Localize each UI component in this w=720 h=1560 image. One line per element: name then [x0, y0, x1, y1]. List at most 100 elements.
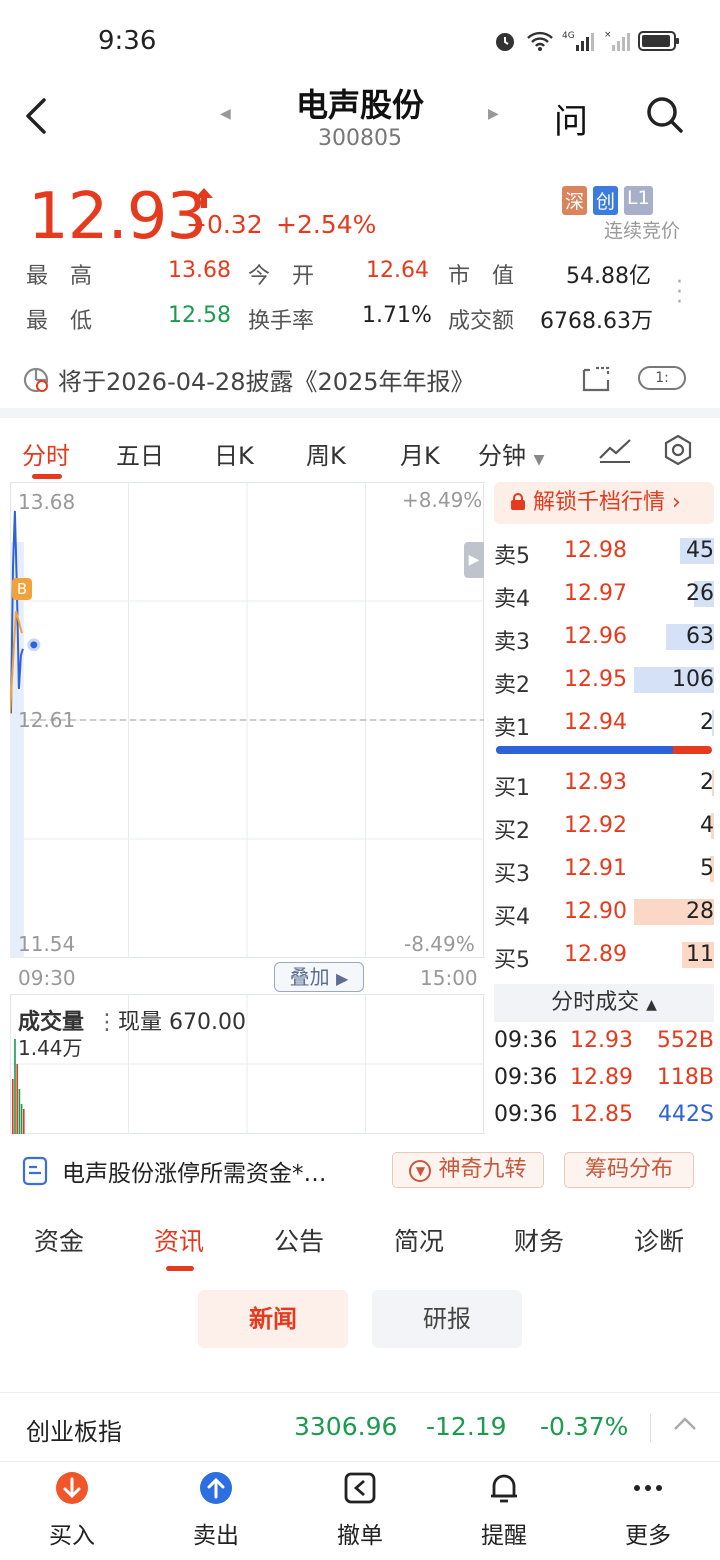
sell-icon — [200, 1472, 232, 1504]
lock-icon — [511, 493, 525, 510]
settings-icon[interactable] — [662, 434, 694, 466]
news-link[interactable]: 电声股份涨停所需资金*… — [22, 1154, 327, 1188]
bid-level-4[interactable]: 买4 12.90 28 — [494, 895, 714, 931]
bid-level-volume: 11 — [686, 942, 714, 967]
bid-level-volume: 5 — [700, 856, 714, 881]
subtab-news[interactable]: 新闻 — [198, 1290, 348, 1348]
tab-minute[interactable]: 分钟 ▼ — [478, 436, 544, 471]
up-arrow-icon — [195, 188, 213, 208]
share-icon[interactable] — [580, 364, 612, 394]
tick-trades-header[interactable]: 分时成交 ▲ — [494, 984, 714, 1022]
chevron-up-icon[interactable] — [672, 1414, 698, 1434]
ask-level-1[interactable]: 卖5 12.98 45 — [494, 534, 714, 570]
ask-level-label: 卖1 — [494, 716, 530, 741]
nav-sell[interactable]: 卖出 — [168, 1470, 264, 1550]
stock-code: 300805 — [318, 126, 402, 151]
active-bottom-tab-indicator — [166, 1266, 194, 1271]
ask-level-3[interactable]: 卖3 12.96 63 — [494, 620, 714, 656]
ask-button[interactable]: 问 — [554, 94, 588, 143]
wifi-icon — [527, 31, 553, 51]
bid-level-volume: 2 — [700, 770, 714, 795]
tab-monthly-k[interactable]: 月K — [400, 436, 440, 471]
tick-volume: 442S — [658, 1102, 714, 1127]
ask-level-price: 12.94 — [564, 710, 627, 735]
chevron-down-icon: ▼ — [533, 452, 545, 468]
x-axis-start: 09:30 — [18, 966, 76, 990]
stat-label-open: 今 开 — [248, 264, 315, 289]
badge-level1[interactable]: L1 — [624, 186, 653, 215]
tick-price: 12.85 — [570, 1102, 633, 1127]
volume-current: ⋮现量 670.00 — [96, 1004, 246, 1036]
news-link-text: 电声股份涨停所需资金*… — [62, 1161, 327, 1187]
tab-financials[interactable]: 财务 — [514, 1222, 564, 1258]
index-divider — [650, 1414, 651, 1442]
tab-minute-label: 分钟 — [478, 442, 526, 470]
unlock-depth-button[interactable]: 解锁千档行情 › — [494, 482, 714, 524]
magic-nine-button[interactable]: ▼ 神奇九转 — [392, 1152, 544, 1188]
y-axis-mid: 12.61 — [18, 708, 76, 732]
search-icon[interactable] — [644, 94, 684, 134]
tab-intraday[interactable]: 分时 — [22, 436, 70, 471]
nav-buy[interactable]: 买入 — [24, 1470, 120, 1550]
ask-level-volume: 26 — [686, 581, 714, 606]
tab-announcements[interactable]: 公告 — [274, 1222, 324, 1258]
y-axis-min: 11.54 — [18, 932, 76, 956]
expand-panel-icon[interactable]: ▶ — [464, 542, 484, 578]
ask-level-volume: 2 — [700, 710, 714, 735]
tab-funds[interactable]: 资金 — [34, 1222, 84, 1258]
ask-level-5[interactable]: 卖1 12.94 2 — [494, 706, 714, 742]
buy-icon — [56, 1472, 88, 1504]
volume-menu-icon[interactable]: ⋮ — [96, 1010, 118, 1035]
ask-level-label: 卖5 — [494, 544, 530, 569]
bid-level-volume: 4 — [700, 813, 714, 838]
nav-alert[interactable]: 提醒 — [456, 1470, 552, 1550]
tab-profile[interactable]: 简况 — [394, 1222, 444, 1258]
chip-distribution-button[interactable]: 筹码分布 — [564, 1152, 694, 1188]
nav-cancel-order[interactable]: 撤单 — [312, 1470, 408, 1550]
subtab-research-report[interactable]: 研报 — [372, 1290, 522, 1348]
more-stats-icon[interactable]: · · · — [676, 272, 683, 314]
bid-level-3[interactable]: 买3 12.91 5 — [494, 852, 714, 888]
trading-status: 连续竞价 — [604, 220, 681, 242]
tick-time: 09:36 — [494, 1065, 558, 1090]
y-axis-max: 13.68 — [18, 490, 76, 514]
buy-ratio-fill — [496, 746, 674, 754]
bid-level-price: 12.91 — [564, 856, 627, 881]
next-stock-icon[interactable]: ▶ — [488, 106, 499, 122]
bid-level-2[interactable]: 买2 12.92 4 — [494, 809, 714, 845]
x-axis-end: 15:00 — [420, 966, 478, 990]
ask-level-4[interactable]: 卖2 12.95 106 — [494, 663, 714, 699]
tab-news[interactable]: 资讯 — [154, 1222, 204, 1258]
index-value: 3306.96 — [294, 1412, 398, 1441]
drawing-tool-icon[interactable] — [598, 436, 632, 464]
tab-daily-k[interactable]: 日K — [214, 436, 254, 471]
price-change: +0.32 — [186, 210, 263, 239]
tick-trades-title: 分时成交 — [551, 990, 640, 1015]
bid-level-label: 买2 — [494, 819, 530, 844]
bid-level-label: 买4 — [494, 905, 530, 930]
bid-level-5[interactable]: 买5 12.89 11 — [494, 938, 714, 974]
overlay-button[interactable]: 叠加 ▶ — [274, 962, 364, 992]
report-notice[interactable]: 将于2026-04-28披露《2025年年报》 — [22, 362, 475, 397]
tab-five-day[interactable]: 五日 — [116, 436, 164, 471]
stat-label-turnover: 换手率 — [248, 309, 315, 334]
pct-axis-min: -8.49% — [404, 932, 475, 956]
ask-level-2[interactable]: 卖4 12.97 26 — [494, 577, 714, 613]
status-time: 9:36 — [98, 26, 157, 56]
buy-marker[interactable]: B — [12, 578, 32, 600]
tab-weekly-k[interactable]: 周K — [306, 436, 346, 471]
alarm-icon — [496, 33, 514, 51]
nav-more-label: 更多 — [625, 1523, 671, 1549]
bid-level-1[interactable]: 买1 12.93 2 — [494, 766, 714, 802]
cancel-order-icon — [344, 1472, 376, 1504]
bid-level-volume: 28 — [686, 899, 714, 924]
report-notice-text: 将于2026-04-28披露《2025年年报》 — [58, 368, 475, 396]
ask-level-price: 12.97 — [564, 581, 627, 606]
tick-volume: 118B — [656, 1065, 714, 1090]
nav-more[interactable]: 更多 — [600, 1470, 696, 1550]
tick-time: 09:36 — [494, 1028, 558, 1053]
tab-diagnosis[interactable]: 诊断 — [634, 1222, 684, 1258]
display-toggle-icon[interactable]: 1: — [638, 366, 686, 390]
intraday-chart-plot — [10, 482, 484, 958]
volume-max: 1.44万 — [18, 1036, 83, 1060]
